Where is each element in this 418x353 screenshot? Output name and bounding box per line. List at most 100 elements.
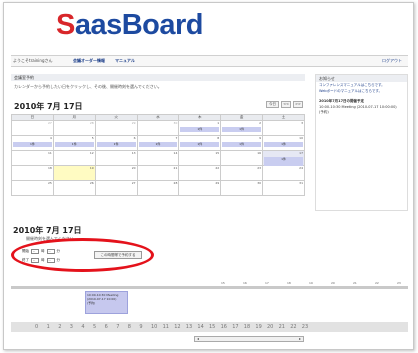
day-number: 28 xyxy=(173,181,178,185)
calendar-week-row: 4 1件 5 1件 6 1件 7 1件 8 1件 9 1件 10 1件 xyxy=(11,135,305,151)
timeline-label: 23 xyxy=(397,281,401,285)
calendar-day-cell[interactable]: 29 xyxy=(94,120,138,136)
hour-label[interactable]: 19 xyxy=(255,324,261,330)
hour-label[interactable]: 4 xyxy=(81,324,84,330)
day-number: 16 xyxy=(257,151,262,155)
hour-label[interactable]: 16 xyxy=(221,324,227,330)
calendar-day-cell[interactable]: 18 xyxy=(11,165,54,181)
calendar-event-badge[interactable]: 1件 xyxy=(222,142,262,147)
calendar-day-cell[interactable]: 28 xyxy=(136,180,180,196)
calendar-day-cell[interactable]: 27 xyxy=(11,120,54,136)
calendar-event-badge[interactable]: 1件 xyxy=(96,142,136,147)
calendar-day-cell[interactable]: 9 1件 xyxy=(220,135,264,151)
app-window: SaasBoard ようこそtrainingさん 会議オーダー情報 マニュアル … xyxy=(3,2,414,350)
calendar-day-cell[interactable]: 31 xyxy=(262,180,305,196)
day-number: 5 xyxy=(91,136,94,140)
scheduled-event-block[interactable]: 10:00-10:30 Meeting (2010-07-17 10:00) (… xyxy=(85,291,128,314)
nav-manual[interactable]: マニュアル xyxy=(115,56,135,66)
calendar-day-cell[interactable]: 14 xyxy=(136,150,180,166)
timeline-label: 15 xyxy=(221,281,225,285)
next-month-button[interactable]: >> xyxy=(293,101,303,108)
hour-label[interactable]: 6 xyxy=(105,324,108,330)
hour-label[interactable]: 12 xyxy=(174,324,180,330)
calendar-day-cell[interactable]: 1 1件 xyxy=(178,120,222,136)
hour-label[interactable]: 1 xyxy=(47,324,50,330)
calendar-day-cell[interactable]: 28 xyxy=(52,120,96,136)
calendar-day-cell[interactable]: 12 xyxy=(52,150,96,166)
calendar-day-cell[interactable]: 3 xyxy=(262,120,305,136)
calendar-day-cell[interactable]: 10 1件 xyxy=(262,135,305,151)
timeline-scrollbar[interactable]: ◂ ▸ xyxy=(194,336,304,342)
calendar-event-badge[interactable]: 1件 xyxy=(222,127,262,132)
calendar-day-cell[interactable]: 17 1件 xyxy=(262,150,305,166)
day-number: 2 xyxy=(259,121,262,125)
calendar-event-badge[interactable]: 1件 xyxy=(54,142,94,147)
schedule-item[interactable]: 10:00-10:30 Meeting (2010-07-17 10:00:00… xyxy=(319,105,407,110)
month-calendar: 日月火水木金土 27 28 29 30 1 1件 2 1件 3 4 1件 5 1件 6 1件 7 1件 8 1件 9 1… xyxy=(11,114,305,196)
day-number: 20 xyxy=(131,166,136,170)
calendar-event-badge[interactable]: 1件 xyxy=(13,142,52,147)
calendar-day-cell[interactable]: 11 xyxy=(11,150,54,166)
calendar-day-cell[interactable]: 13 xyxy=(94,150,138,166)
hour-label[interactable]: 10 xyxy=(151,324,157,330)
calendar-day-cell[interactable]: 30 xyxy=(136,120,180,136)
hour-label[interactable]: 2 xyxy=(58,324,61,330)
hour-label[interactable]: 17 xyxy=(232,324,238,330)
hour-label[interactable]: 0 xyxy=(35,324,38,330)
scroll-left-icon[interactable]: ◂ xyxy=(195,337,201,341)
calendar-day-cell[interactable]: 5 1件 xyxy=(52,135,96,151)
calendar-day-cell[interactable]: 30 xyxy=(220,180,264,196)
calendar-day-cell[interactable]: 19 xyxy=(52,165,96,181)
hour-label[interactable]: 3 xyxy=(70,324,73,330)
hour-label[interactable]: 21 xyxy=(279,324,285,330)
hour-label[interactable]: 23 xyxy=(302,324,308,330)
logout-link[interactable]: ログアウト xyxy=(382,56,402,66)
calendar-day-cell[interactable]: 29 xyxy=(178,180,222,196)
calendar-day-cell[interactable]: 4 1件 xyxy=(11,135,54,151)
nav-order-info[interactable]: 会議オーダー情報 xyxy=(73,56,105,66)
hour-label[interactable]: 15 xyxy=(209,324,215,330)
calendar-event-badge[interactable]: 1件 xyxy=(138,142,178,147)
calendar-week-row: 27 28 29 30 1 1件 2 1件 3 xyxy=(11,120,305,136)
hour-label[interactable]: 14 xyxy=(197,324,203,330)
calendar-day-cell[interactable]: 21 xyxy=(136,165,180,181)
calendar-day-cell[interactable]: 22 xyxy=(178,165,222,181)
reservation-panel: 会議室予約 カレンダーから予約したい日をクリックし、その後、開催時刻を選んでくだ… xyxy=(11,74,305,211)
hour-label[interactable]: 11 xyxy=(163,324,169,330)
today-button[interactable]: 今日 xyxy=(266,101,279,108)
calendar-event-badge[interactable]: 1件 xyxy=(180,142,220,147)
calendar-day-cell[interactable]: 26 xyxy=(52,180,96,196)
calendar-day-cell[interactable]: 6 1件 xyxy=(94,135,138,151)
conference-manual-link[interactable]: コンファレンスマニュアルはこちらです。 xyxy=(319,83,407,88)
calendar-day-cell[interactable]: 27 xyxy=(94,180,138,196)
hour-label[interactable]: 18 xyxy=(244,324,250,330)
hour-label[interactable]: 9 xyxy=(139,324,142,330)
calendar-day-cell[interactable]: 16 xyxy=(220,150,264,166)
day-number: 3 xyxy=(301,121,303,125)
calendar-event-badge[interactable]: 1件 xyxy=(180,127,220,132)
calendar-day-cell[interactable]: 24 xyxy=(262,165,305,181)
calendar-week-row: 18 19 20 21 22 23 24 xyxy=(11,165,305,181)
hour-label[interactable]: 7 xyxy=(116,324,119,330)
hour-label[interactable]: 5 xyxy=(93,324,96,330)
calendar-day-cell[interactable]: 8 1件 xyxy=(178,135,222,151)
hour-label[interactable]: 22 xyxy=(290,324,296,330)
calendar-day-cell[interactable]: 2 1件 xyxy=(220,120,264,136)
webboard-manual-link[interactable]: Webボードのマニュアルはこちらです。 xyxy=(319,89,407,94)
hour-label[interactable]: 20 xyxy=(267,324,273,330)
timeline-label: 22 xyxy=(375,281,379,285)
calendar-day-cell[interactable]: 15 xyxy=(178,150,222,166)
calendar-day-cell[interactable]: 25 xyxy=(11,180,54,196)
day-number: 15 xyxy=(215,151,220,155)
calendar-day-cell[interactable]: 20 xyxy=(94,165,138,181)
day-number: 30 xyxy=(173,121,178,125)
hour-label[interactable]: 13 xyxy=(186,324,192,330)
calendar-event-badge[interactable]: 1件 xyxy=(264,142,303,147)
logo-initial: S xyxy=(56,9,75,41)
calendar-day-cell[interactable]: 7 1件 xyxy=(136,135,180,151)
prev-month-button[interactable]: << xyxy=(281,101,291,108)
hour-label[interactable]: 8 xyxy=(128,324,131,330)
scroll-right-icon[interactable]: ▸ xyxy=(297,337,303,341)
calendar-day-cell[interactable]: 23 xyxy=(220,165,264,181)
saasboard-logo[interactable]: SaasBoard xyxy=(56,9,204,42)
